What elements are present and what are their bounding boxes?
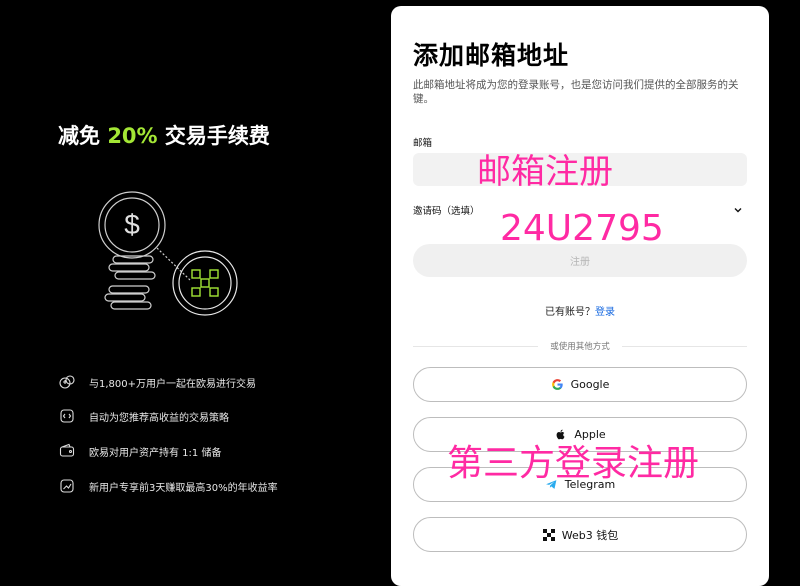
divider: 或使用其他方式	[413, 340, 748, 352]
feature-label: 自动为您推荐高收益的交易策略	[89, 412, 229, 424]
signup-card: 添加邮箱地址 此邮箱地址将成为您的登录账号，也是您访问我们提供的全部服务的关键。…	[391, 6, 769, 586]
login-prompt: 已有账号？	[545, 307, 595, 318]
chart-growth-icon	[58, 477, 76, 495]
google-login-button[interactable]: Google	[413, 367, 747, 402]
third-party-annotation: 第三方登录注册	[447, 443, 700, 484]
email-label: 邮箱	[413, 138, 433, 149]
page-title: 添加邮箱地址	[413, 41, 570, 70]
promo-title: 减免 20% 交易手续费	[58, 120, 270, 150]
divider-line	[621, 345, 748, 347]
feature-label: 欧易对用户资产持有 1:1 储备	[89, 447, 222, 459]
feature-label: 与1,800+万用户一起在欧易进行交易	[89, 378, 257, 390]
invite-code-label[interactable]: 邀请码（选填）	[413, 203, 480, 217]
google-label: Google	[570, 378, 610, 391]
login-row: 已有账号？登录	[391, 303, 769, 318]
divider-text: 或使用其他方式	[550, 342, 610, 352]
users-exchange-icon	[58, 373, 76, 391]
web3-wallet-login-button[interactable]: Web3 钱包	[413, 517, 747, 552]
web3-icon	[542, 528, 556, 542]
promo-title-accent: 20%	[107, 124, 158, 148]
web3-label: Web3 钱包	[561, 528, 619, 542]
feature-item: 与1,800+万用户一起在欧易进行交易	[58, 372, 378, 392]
svg-text:$: $	[124, 209, 140, 240]
feature-item: 新用户专享前3天赚取最高30%的年收益率	[58, 476, 378, 496]
divider-line	[413, 345, 539, 347]
wallet-icon	[58, 442, 76, 460]
feature-label: 新用户专享前3天赚取最高30%的年收益率	[89, 482, 278, 494]
chevron-down-icon[interactable]	[732, 204, 744, 216]
feature-item: 欧易对用户资产持有 1:1 储备	[58, 441, 378, 461]
promo-title-suffix: 交易手续费	[157, 124, 270, 148]
google-icon	[551, 378, 565, 392]
invite-code-annotation: 24U2795	[500, 208, 664, 249]
strategy-icon	[58, 407, 76, 425]
page-subtitle: 此邮箱地址将成为您的登录账号，也是您访问我们提供的全部服务的关键。	[413, 79, 739, 105]
feature-item: 自动为您推荐高收益的交易策略	[58, 406, 378, 426]
email-register-annotation: 邮箱注册	[477, 152, 613, 192]
coins-illustration: $	[98, 191, 238, 316]
promo-title-prefix: 减免	[58, 124, 108, 148]
login-link[interactable]: 登录	[595, 307, 615, 318]
